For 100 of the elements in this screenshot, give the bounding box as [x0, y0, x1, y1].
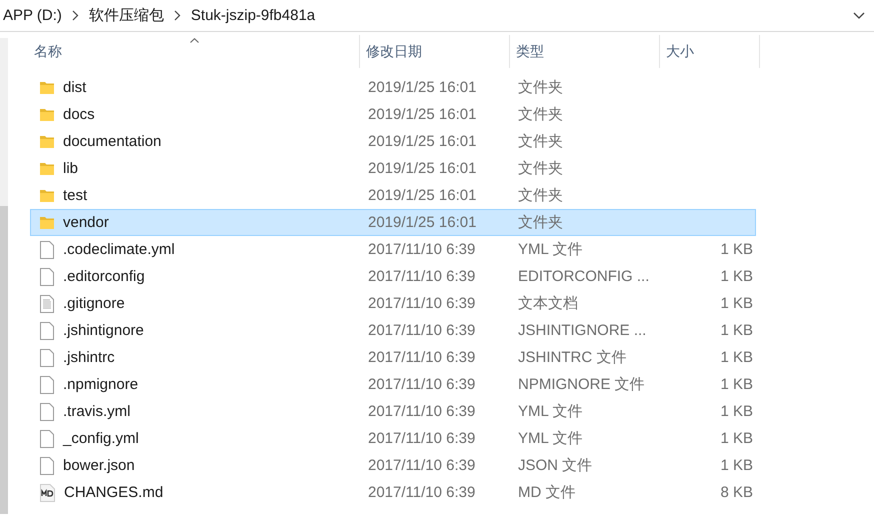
file-row[interactable]: .npmignore 2017/11/10 6:39 NPMIGNORE 文件 1 KB — [30, 371, 756, 398]
folder-icon — [40, 162, 54, 175]
file-name: .npmignore — [63, 376, 138, 393]
file-type: 文件夹 — [517, 159, 564, 178]
modified-date: 2017/11/10 6:39 — [367, 241, 476, 258]
folder-icon — [40, 135, 54, 148]
modified-date: 2017/11/10 6:39 — [367, 349, 476, 366]
file-icon — [40, 402, 54, 420]
file-name: .codeclimate.yml — [63, 241, 175, 258]
file-row[interactable]: _config.yml 2017/11/10 6:39 YML 文件 1 KB — [30, 425, 756, 452]
modified-date: 2019/1/25 16:01 — [367, 187, 478, 204]
file-row[interactable]: documentation 2019/1/25 16:01 文件夹 — [30, 128, 756, 155]
file-row[interactable]: .jshintrc 2017/11/10 6:39 JSHINTRC 文件 1 KB — [30, 344, 756, 371]
file-row[interactable]: CHANGES.md 2017/11/10 6:39 MD 文件 8 KB — [30, 479, 756, 506]
folder-icon — [40, 81, 54, 94]
breadcrumb[interactable]: 软件压缩包 — [88, 6, 164, 25]
file-name: _config.yml — [63, 430, 139, 447]
file-size: 1 KB — [720, 295, 753, 312]
file-size: 1 KB — [720, 403, 753, 420]
modified-date: 2017/11/10 6:39 — [367, 484, 476, 501]
modified-date: 2017/11/10 6:39 — [367, 430, 476, 447]
file-name: .gitignore — [63, 295, 125, 312]
modified-date: 2019/1/25 16:01 — [367, 79, 478, 96]
file-size: 1 KB — [720, 268, 753, 285]
file-row[interactable]: .gitignore 2017/11/10 6:39 文本文档 1 KB — [30, 290, 756, 317]
file-row[interactable]: .jshintignore 2017/11/10 6:39 JSHINTIGNORE ... 1 KB — [30, 317, 756, 344]
file-type: YML 文件 — [517, 240, 584, 259]
column-header[interactable]: 类型 — [510, 35, 660, 68]
column-header[interactable]: 大小 — [660, 35, 760, 68]
file-type: JSHINTRC 文件 — [517, 348, 628, 367]
file-name: CHANGES.md — [64, 484, 164, 501]
column-header[interactable]: 名称 — [30, 35, 360, 68]
file-type: 文件夹 — [517, 132, 564, 151]
file-row[interactable]: lib 2019/1/25 16:01 文件夹 — [30, 155, 756, 182]
file-size: 1 KB — [720, 376, 753, 393]
chevron-right-icon — [174, 10, 181, 21]
file-name: .jshintrc — [63, 349, 115, 366]
scrollbar[interactable] — [0, 38, 8, 514]
sort-ascending-icon — [190, 38, 199, 43]
modified-date: 2017/11/10 6:39 — [367, 376, 476, 393]
file-size: 1 KB — [720, 241, 753, 258]
file-type: 文件夹 — [517, 213, 564, 232]
file-size: 8 KB — [720, 484, 753, 501]
file-row[interactable]: .travis.yml 2017/11/10 6:39 YML 文件 1 KB — [30, 398, 756, 425]
file-type: JSON 文件 — [517, 456, 594, 475]
file-name: test — [63, 187, 88, 204]
file-type: 文件夹 — [517, 186, 564, 205]
address-bar[interactable]: APP (D:) 软件压缩包 Stuk-jszip-9fb481a — [0, 0, 874, 32]
file-row[interactable]: .editorconfig 2017/11/10 6:39 EDITORCONFIG ... 1 KB — [30, 263, 756, 290]
file-icon — [40, 322, 54, 340]
column-header[interactable]: 修改日期 — [360, 35, 510, 68]
file-name: documentation — [63, 133, 162, 150]
chevron-right-icon — [72, 10, 79, 21]
file-name: vendor — [63, 214, 109, 231]
file-name: .jshintignore — [63, 322, 144, 339]
folder-icon — [40, 189, 54, 202]
file-name: lib — [63, 160, 78, 177]
file-type: 文件夹 — [517, 78, 564, 97]
file-name: .travis.yml — [63, 403, 130, 420]
file-type: 文本文档 — [517, 294, 579, 313]
modified-date: 2017/11/10 6:39 — [367, 322, 476, 339]
file-name: docs — [63, 106, 95, 123]
file-name: .editorconfig — [63, 268, 145, 285]
modified-date: 2019/1/25 16:01 — [367, 133, 478, 150]
modified-date: 2017/11/10 6:39 — [367, 457, 476, 474]
file-type: MD 文件 — [517, 483, 576, 502]
file-type: NPMIGNORE 文件 — [517, 375, 646, 394]
modified-date: 2017/11/10 6:39 — [367, 403, 476, 420]
file-row[interactable]: dist 2019/1/25 16:01 文件夹 — [30, 74, 756, 101]
file-row[interactable]: docs 2019/1/25 16:01 文件夹 — [30, 101, 756, 128]
modified-date: 2019/1/25 16:01 — [367, 214, 478, 231]
file-row[interactable]: bower.json 2017/11/10 6:39 JSON 文件 1 KB — [30, 452, 756, 479]
file-size: 1 KB — [720, 322, 753, 339]
file-type: YML 文件 — [517, 429, 584, 448]
breadcrumb[interactable]: Stuk-jszip-9fb481a — [190, 7, 316, 24]
file-size: 1 KB — [720, 457, 753, 474]
file-icon — [40, 348, 54, 366]
file-size: 1 KB — [720, 430, 753, 447]
file-type: JSHINTIGNORE ... — [517, 322, 648, 339]
file-row[interactable]: .codeclimate.yml 2017/11/10 6:39 YML 文件 1 KB — [30, 236, 756, 263]
breadcrumb[interactable]: APP (D:) — [3, 7, 62, 24]
file-icon — [40, 240, 54, 258]
text-file-icon — [40, 294, 54, 312]
file-type: 文件夹 — [517, 105, 564, 124]
folder-icon — [40, 216, 54, 229]
chevron-down-icon[interactable] — [853, 12, 865, 20]
modified-date: 2019/1/25 16:01 — [367, 160, 478, 177]
file-type: EDITORCONFIG ... — [517, 268, 650, 285]
file-row[interactable]: vendor 2019/1/25 16:01 文件夹 — [30, 209, 756, 236]
file-icon — [40, 376, 54, 394]
file-icon — [40, 430, 54, 448]
file-icon — [40, 268, 54, 286]
file-name: bower.json — [63, 457, 135, 474]
folder-icon — [40, 108, 54, 121]
file-type: YML 文件 — [517, 402, 584, 421]
file-row[interactable]: test 2019/1/25 16:01 文件夹 — [30, 182, 756, 209]
file-name: dist — [63, 79, 86, 96]
modified-date: 2019/1/25 16:01 — [367, 106, 478, 123]
modified-date: 2017/11/10 6:39 — [367, 268, 476, 285]
markdown-file-icon — [40, 484, 55, 502]
